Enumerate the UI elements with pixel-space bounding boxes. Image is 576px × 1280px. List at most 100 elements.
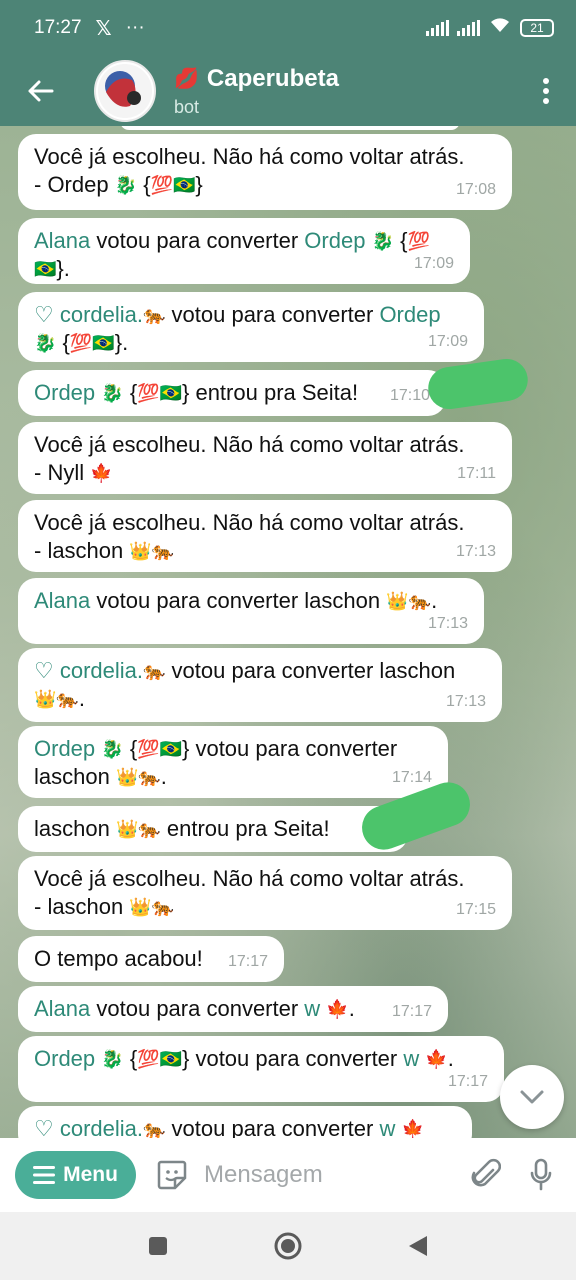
scroll-down-button[interactable] — [500, 1065, 564, 1129]
emoji-icon: 🐉 — [371, 231, 394, 251]
message-bubble: Ordep 🐉 {💯🇧🇷} entrou pra Seita! 17:10 — [18, 370, 446, 416]
message-time: 17:10 — [389, 387, 430, 404]
text-segment: } — [195, 172, 203, 197]
message-text: Ordep 🐉 {💯🇧🇷} votou para converter lascho… — [34, 736, 397, 789]
text-segment: { — [123, 1046, 138, 1071]
message-list[interactable]: Você já escolheu. Não há como voltar atr… — [0, 126, 576, 1138]
text-segment: { — [394, 228, 408, 253]
message-bubble: ♡ cordelia.🐅 votou para converter w 🍁 — [18, 1106, 472, 1138]
emoji-icon: 👑🐅 — [115, 767, 161, 787]
message-text: Alana votou para converter w 🍁. — [34, 996, 355, 1021]
text-segment: . — [78, 686, 85, 711]
x-icon: 𝕏 — [95, 17, 112, 40]
emoji-icon: 💯🇧🇷 — [137, 383, 182, 403]
message-text: O tempo acabou! — [34, 946, 203, 971]
text-segment: - Nyll — [34, 460, 91, 485]
text-segment: - laschon — [34, 538, 130, 563]
message-time: 17:13 — [445, 693, 486, 710]
emoji-icon: 💯🇧🇷 — [137, 739, 182, 759]
emoji-icon: 🐅 — [143, 1119, 166, 1138]
message-text: Alana votou para converter Ordep 🐉 {💯 🇧🇷}… — [34, 228, 430, 281]
emoji-icon: 👑🐅 — [129, 897, 175, 917]
back-button[interactable] — [398, 1226, 438, 1266]
emoji-icon: 🐉 — [101, 1049, 124, 1069]
username: w — [304, 996, 321, 1021]
emoji-icon: 🐉 — [114, 175, 138, 195]
message-text: ♡ cordelia.🐅 votou para converter w 🍁 — [34, 1116, 424, 1138]
text-segment: { — [137, 172, 151, 197]
message-text: Você já escolheu. Não há como voltar atr… — [34, 144, 464, 197]
avatar[interactable] — [94, 60, 156, 122]
home-button[interactable] — [268, 1226, 308, 1266]
username: w — [403, 1046, 420, 1071]
emoji-icon: 🐅 — [143, 305, 166, 325]
text-segment: }. — [114, 330, 129, 355]
username: ♡ cordelia. — [34, 658, 143, 683]
message-text: Ordep 🐉 {💯🇧🇷} entrou pra Seita! — [34, 380, 358, 405]
username: ♡ cordelia. — [34, 1116, 143, 1138]
message-text: ♡ cordelia.🐅 votou para converter lascho… — [34, 658, 455, 711]
message-bubble: ♡ cordelia.🐅 votou para converter lascho… — [18, 648, 502, 722]
message-time: 17:17 — [391, 1003, 432, 1020]
message-time: 17:09 — [413, 255, 454, 272]
username: Ordep — [34, 736, 96, 761]
emoji-icon: 👑🐅 — [115, 819, 161, 839]
username: Alana — [34, 588, 91, 613]
more-icon: ··· — [125, 17, 145, 38]
microphone-icon[interactable] — [506, 1155, 576, 1195]
username: Ordep — [34, 380, 96, 405]
emoji-icon: 🍁 — [425, 1049, 448, 1069]
recents-button[interactable] — [138, 1226, 178, 1266]
text-segment: { — [123, 380, 138, 405]
menu-icon — [33, 1166, 56, 1184]
text-segment: . — [348, 996, 355, 1021]
text-segment: { — [56, 330, 70, 355]
message-text: ♡ cordelia.🐅 votou para converter Ordep 🐉… — [34, 302, 441, 355]
header-text[interactable]: 💋 Caperubeta bot — [174, 65, 339, 118]
message-bubble: Você já escolheu. Não há como voltar atr… — [18, 500, 512, 572]
message-text: Você já escolheu. Não há como voltar atr… — [34, 432, 464, 485]
emoji-icon: 💯🇧🇷 — [69, 333, 115, 353]
message-bubble: Você já escolheu. Não há como voltar atr… — [18, 422, 512, 494]
more-options-icon[interactable] — [516, 56, 576, 126]
menu-button[interactable]: Menu — [15, 1151, 136, 1199]
message-time: 17:17 — [227, 953, 268, 970]
message-text: Você já escolheu. Não há como voltar atr… — [34, 866, 464, 919]
message-time: 17:17 — [447, 1073, 488, 1090]
emoji-icon: 🍁 — [326, 999, 349, 1019]
text-segment: } votou para converter — [182, 736, 398, 761]
back-arrow-icon[interactable] — [0, 56, 80, 126]
text-segment: votou para converter laschon — [165, 658, 456, 683]
emoji-icon: 🍁 — [90, 463, 113, 483]
text-segment: }. — [56, 256, 70, 281]
text-segment: Você já escolheu. Não há como voltar atr… — [34, 432, 465, 457]
message-time: 17:13 — [427, 615, 468, 632]
message-text: Você já escolheu. Não há como voltar atr… — [34, 510, 464, 563]
username: Ordep — [34, 1046, 96, 1071]
text-segment: O tempo acabou! — [34, 946, 203, 971]
emoji-icon: 🐅 — [143, 661, 166, 681]
emoji-icon: 🐉 — [34, 333, 57, 353]
username: Ordep — [379, 302, 441, 327]
message-bubble: Você já escolheu. Não há como voltar atr… — [18, 856, 512, 930]
sticker-icon[interactable] — [152, 1155, 192, 1195]
message-bubble: Ordep 🐉 {💯🇧🇷} votou para converter w 🍁. 1… — [18, 1036, 504, 1102]
text-segment: votou para converter — [90, 996, 305, 1021]
text-segment: } votou para converter — [182, 1046, 404, 1071]
username: w — [379, 1116, 396, 1138]
emoji-icon: 💯🇧🇷 — [137, 1049, 182, 1069]
emoji-icon: 🇧🇷 — [34, 259, 57, 279]
chat-header: 💋 Caperubeta bot — [0, 56, 576, 126]
attach-icon[interactable] — [466, 1155, 506, 1195]
text-segment: - laschon — [34, 894, 130, 919]
message-text: Alana votou para converter laschon 👑🐅. — [34, 588, 437, 613]
text-segment: Você já escolheu. Não há como voltar atr… — [34, 510, 465, 535]
input-bar: Menu — [0, 1138, 576, 1212]
emoji-icon: 👑🐅 — [386, 591, 432, 611]
emoji-icon: 👑🐅 — [129, 541, 175, 561]
text-segment: Você já escolheu. Não há como voltar atr… — [34, 144, 465, 169]
text-segment: votou para converter — [165, 1116, 380, 1138]
message-input[interactable] — [204, 1161, 444, 1189]
status-bar: 17:27 𝕏 ··· 21 — [0, 0, 576, 56]
message-time: 17:15 — [455, 901, 496, 918]
